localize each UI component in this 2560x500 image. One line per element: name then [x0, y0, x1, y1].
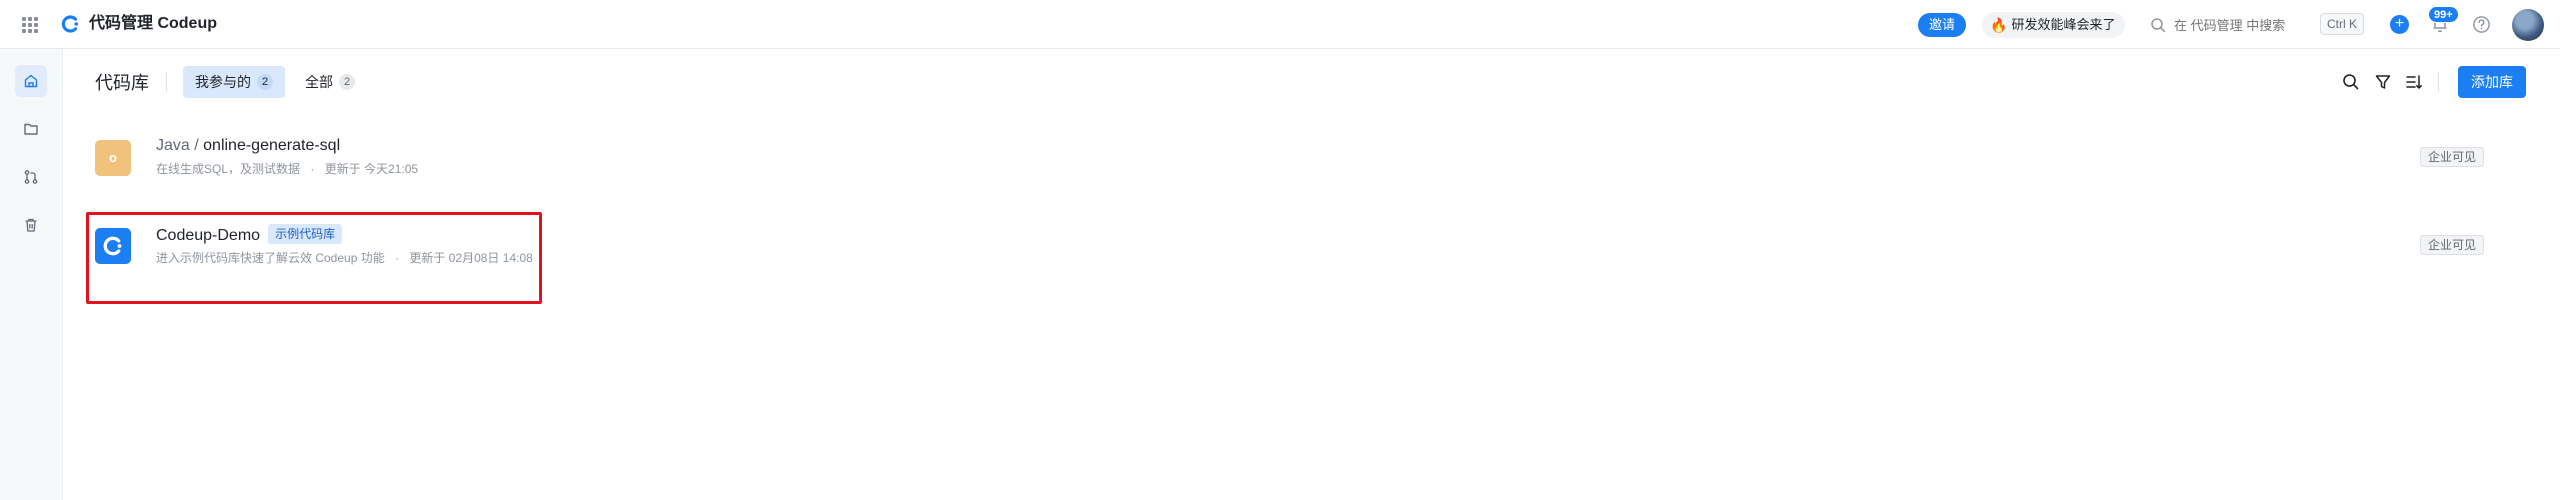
- repo-updated: 更新于 今天21:05: [324, 162, 419, 176]
- top-bar: 代码管理 Codeup 邀请 🔥 研发效能峰会来了 Ctrl K + 99+: [0, 0, 2560, 49]
- repo-title[interactable]: Codeup-Demo 示例代码库: [156, 224, 343, 246]
- search-icon[interactable]: [2341, 72, 2361, 92]
- sidebar-item-home[interactable]: [15, 65, 47, 97]
- tab-all[interactable]: 全部 2: [293, 66, 367, 98]
- tab-label: 全部: [305, 74, 333, 90]
- title-divider: [166, 72, 167, 92]
- invite-button[interactable]: 邀请: [1918, 13, 1966, 37]
- repo-item[interactable]: o Java / online-generate-sql 在线生成SQL，及测试…: [88, 122, 2498, 192]
- codeup-logo[interactable]: [60, 14, 80, 34]
- home-icon: [24, 74, 38, 88]
- help-icon[interactable]: [2472, 15, 2491, 34]
- page-title: 代码库: [95, 73, 149, 93]
- sidebar-item-folder[interactable]: [15, 113, 47, 145]
- tab-count: 2: [257, 74, 273, 90]
- sort-icon[interactable]: [2404, 72, 2424, 92]
- add-repo-button[interactable]: 添加库: [2458, 66, 2526, 98]
- repo-updated: 更新于 02月08日 14:08: [409, 251, 533, 265]
- repo-description: 在线生成SQL，及测试数据: [156, 162, 301, 176]
- notification-badge: 99+: [2428, 6, 2459, 23]
- app-title[interactable]: 代码管理 Codeup: [89, 14, 217, 34]
- search-icon: [2151, 18, 2166, 33]
- repo-avatar: [95, 228, 131, 264]
- repo-name: online-generate-sql: [203, 137, 341, 154]
- codeup-logo: [103, 236, 122, 256]
- promo-banner[interactable]: 🔥 研发效能峰会来了: [1982, 12, 2126, 38]
- repo-description: 进入示例代码库快速了解云效 Codeup 功能: [156, 251, 385, 265]
- meta-separator: ·: [310, 162, 315, 176]
- repo-item[interactable]: Codeup-Demo 示例代码库 进入示例代码库快速了解云效 Codeup 功能…: [88, 210, 2498, 280]
- promo-label: 研发效能峰会来了: [2011, 17, 2116, 32]
- toolbar-divider: [2438, 72, 2439, 92]
- repo-avatar: o: [95, 140, 131, 176]
- left-sidebar: [0, 49, 63, 500]
- apps-grid-icon[interactable]: [22, 17, 38, 33]
- repo-group: Java /: [156, 137, 204, 154]
- repo-meta: 进入示例代码库快速了解云效 Codeup 功能 · 更新于 02月08日 14:…: [156, 250, 533, 266]
- repo-name: Codeup-Demo: [156, 227, 261, 244]
- merge-request-icon: [24, 170, 38, 184]
- filter-icon[interactable]: [2373, 72, 2393, 92]
- tab-participated[interactable]: 我参与的 2: [183, 66, 285, 98]
- tab-label: 我参与的: [195, 74, 251, 90]
- visibility-badge: 企业可见: [2420, 147, 2485, 167]
- repo-title[interactable]: Java / online-generate-sql: [156, 136, 340, 156]
- trash-icon: [25, 218, 37, 232]
- folder-icon: [24, 123, 38, 135]
- sample-repo-tag: 示例代码库: [268, 224, 343, 244]
- plus-icon[interactable]: +: [2390, 15, 2409, 34]
- sidebar-item-merge-requests[interactable]: [15, 161, 47, 193]
- tab-count: 2: [339, 74, 355, 90]
- avatar[interactable]: [2512, 9, 2544, 41]
- repo-meta: 在线生成SQL，及测试数据 · 更新于 今天21:05: [156, 161, 418, 177]
- search-input[interactable]: [2174, 17, 2314, 33]
- visibility-badge: 企业可见: [2420, 235, 2485, 255]
- search-shortcut: Ctrl K: [2320, 13, 2364, 35]
- meta-separator: ·: [395, 251, 400, 265]
- fire-icon: 🔥: [1990, 17, 2008, 33]
- sidebar-item-trash[interactable]: [15, 209, 47, 241]
